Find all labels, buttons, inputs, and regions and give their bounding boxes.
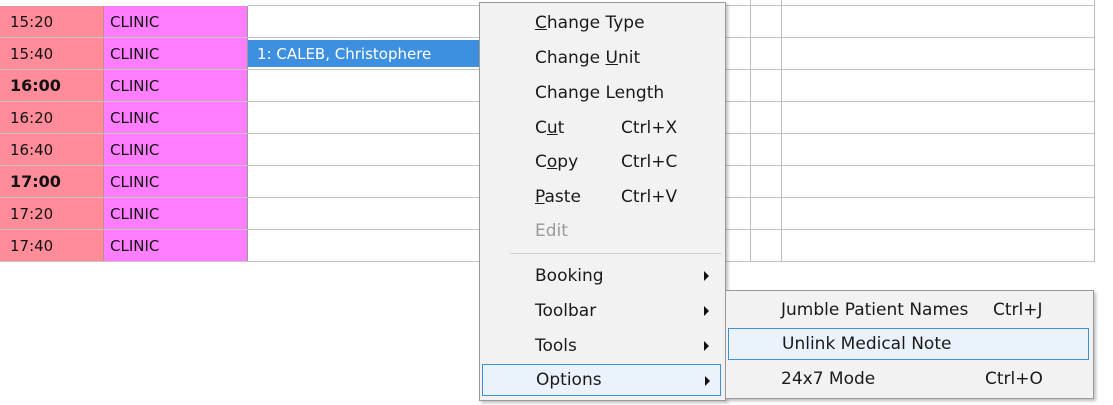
submenu-arrow-icon — [705, 376, 710, 386]
submenu-arrow-icon — [704, 271, 709, 281]
appointment-slot[interactable] — [248, 230, 480, 261]
menu-item-toolbar[interactable]: Toolbar — [482, 295, 721, 327]
grid-column-divider — [750, 0, 751, 262]
session-type-cell[interactable]: CLINIC — [104, 230, 248, 261]
submenu-item-shortcut: Ctrl+O — [985, 369, 1043, 389]
submenu-item-label: Jumble Patient Names — [781, 300, 969, 320]
options-submenu: Jumble Patient Names Ctrl+J Unlink Medical… — [725, 290, 1094, 399]
submenu-item-label: Unlink Medical Note — [782, 334, 952, 354]
context-menu: Change Type Change Unit Change Length Cut Ct… — [479, 2, 726, 401]
menu-item-label: Copy — [535, 152, 579, 172]
submenu-item-shortcut: Ctrl+J — [993, 300, 1043, 320]
time-cell: 17:00 — [0, 166, 104, 197]
session-type-cell[interactable]: CLINIC — [104, 38, 248, 69]
appointment-slot[interactable] — [248, 70, 480, 101]
menu-item-paste[interactable]: Paste Ctrl+V — [482, 181, 721, 213]
appointment-slot[interactable]: 1: CALEB, Christophere — [248, 38, 480, 69]
menu-separator — [510, 253, 721, 254]
appointment-slot[interactable] — [248, 102, 480, 133]
menu-item-label: Options — [536, 370, 602, 390]
session-type-cell[interactable]: CLINIC — [104, 198, 248, 229]
time-cell: 17:20 — [0, 198, 104, 229]
session-type-cell[interactable]: CLINIC — [104, 134, 248, 165]
menu-item-label: Booking — [535, 266, 604, 286]
menu-item-label: Toolbar — [535, 301, 597, 321]
appointment-block[interactable]: 1: CALEB, Christophere — [248, 40, 479, 67]
session-type-cell[interactable]: CLINIC — [104, 70, 248, 101]
appointment-slot[interactable] — [248, 166, 480, 197]
menu-item-change-unit[interactable]: Change Unit — [482, 42, 721, 74]
menu-item-label: Paste — [535, 187, 581, 207]
menu-item-shortcut: Ctrl+X — [621, 118, 678, 138]
submenu-item-label: 24x7 Mode — [781, 369, 876, 389]
menu-item-edit: Edit — [482, 215, 721, 247]
session-type-cell[interactable]: CLINIC — [104, 166, 248, 197]
menu-item-label: Change Type — [535, 13, 645, 33]
menu-item-cut[interactable]: Cut Ctrl+X — [482, 112, 721, 144]
menu-item-label: Change Length — [535, 83, 665, 103]
time-cell: 16:00 — [0, 70, 104, 101]
menu-item-options[interactable]: Options — [482, 364, 721, 396]
time-cell: 16:40 — [0, 134, 104, 165]
session-type-cell[interactable]: CLINIC — [104, 6, 248, 37]
time-cell: 15:20 — [0, 6, 104, 37]
grid-column-divider — [1094, 0, 1095, 262]
appointment-slot[interactable] — [248, 134, 480, 165]
menu-item-label: Edit — [535, 221, 568, 241]
submenu-arrow-icon — [704, 341, 709, 351]
menu-item-label: Cut — [535, 118, 565, 138]
menu-item-label: Change Unit — [535, 48, 641, 68]
menu-item-label: Tools — [535, 336, 577, 356]
menu-item-booking[interactable]: Booking — [482, 260, 721, 292]
menu-item-shortcut: Ctrl+C — [621, 152, 678, 172]
submenu-arrow-icon — [704, 306, 709, 316]
time-cell: 16:20 — [0, 102, 104, 133]
time-cell: 17:40 — [0, 230, 104, 261]
menu-item-change-length[interactable]: Change Length — [482, 77, 721, 109]
appointment-slot[interactable] — [248, 198, 480, 229]
session-type-cell[interactable]: CLINIC — [104, 102, 248, 133]
menu-item-copy[interactable]: Copy Ctrl+C — [482, 146, 721, 178]
submenu-item-jumble-patient-names[interactable]: Jumble Patient Names Ctrl+J — [728, 294, 1089, 326]
menu-item-change-type[interactable]: Change Type — [482, 7, 721, 39]
appointment-slot[interactable] — [248, 6, 480, 37]
time-cell: 15:40 — [0, 38, 104, 69]
grid-column-divider — [781, 0, 782, 262]
submenu-item-unlink-medical-note[interactable]: Unlink Medical Note — [728, 328, 1089, 360]
menu-item-tools[interactable]: Tools — [482, 330, 721, 362]
submenu-item-24x7-mode[interactable]: 24x7 Mode Ctrl+O — [728, 363, 1089, 395]
menu-item-shortcut: Ctrl+V — [621, 187, 678, 207]
